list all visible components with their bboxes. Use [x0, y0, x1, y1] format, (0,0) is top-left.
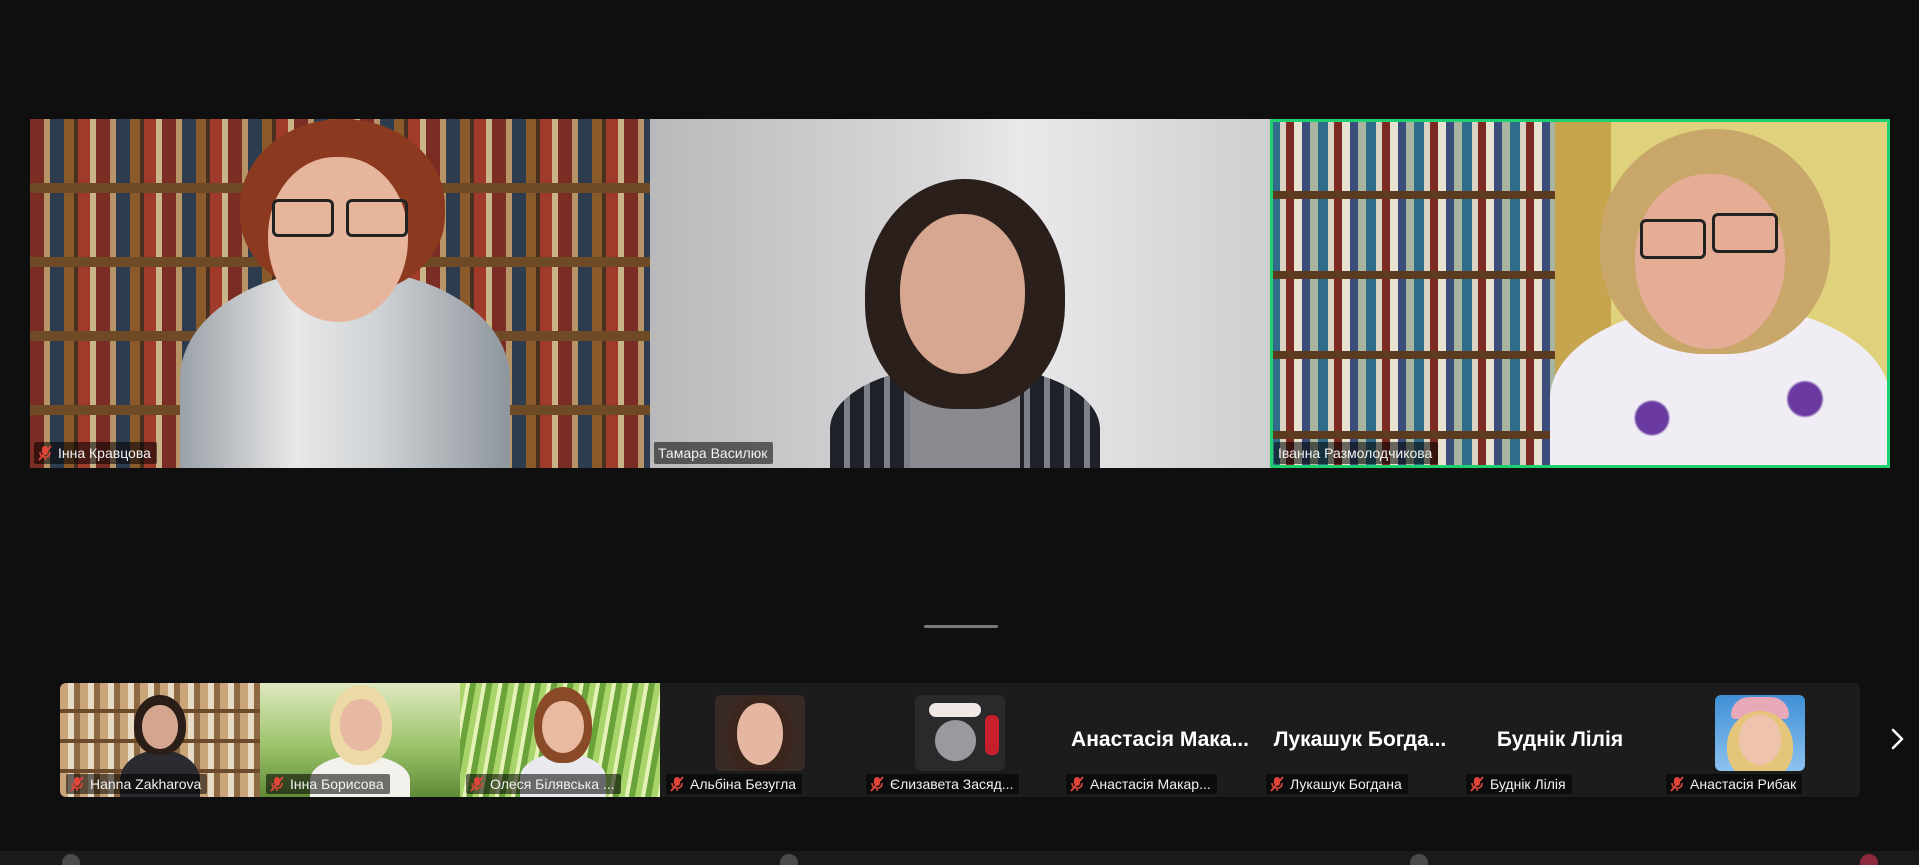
participant-gallery: Hanna Zakharova Інна Борисова Олеся Біля…: [60, 683, 1860, 797]
participant-display-name: Лукашук Богда...: [1273, 728, 1447, 751]
participant-name-tag: Альбіна Безугла: [666, 774, 803, 794]
participant-video: [160, 119, 540, 468]
video-tile-ivanna-razmolodchykova[interactable]: Іванна Размолодчикова: [1270, 119, 1890, 468]
participant-name-tag: Hanna Zakharova: [66, 774, 208, 794]
participant-name-tag: Олеся Білявська ...: [466, 774, 621, 794]
gallery-tile-yelyzaveta-zasiad[interactable]: Єлизавета Засяд...: [860, 683, 1060, 797]
gallery-tile-lukashuk-bohdana[interactable]: Лукашук Богда... Лукашук Богдана: [1260, 683, 1460, 797]
avatar: [915, 695, 1005, 771]
participant-name: Альбіна Безугла: [690, 776, 797, 792]
gallery-tile-budnik-liliia[interactable]: Буднік Лілія Буднік Лілія: [1460, 683, 1660, 797]
participant-name: Олеся Білявська ...: [490, 776, 615, 792]
toolbar-button[interactable]: [62, 854, 80, 865]
participant-name-tag: Єлизавета Засяд...: [866, 774, 1020, 794]
microphone-muted-icon: [470, 776, 484, 792]
participant-display-name: Буднік Лілія: [1496, 728, 1624, 751]
participant-name: Інна Борисова: [290, 776, 384, 792]
participant-video: [1540, 119, 1890, 468]
gallery-tile-anastasiia-makar[interactable]: Анастасія Мака... Анастасія Макар...: [1060, 683, 1260, 797]
participant-name-tag: Анастасія Макар...: [1066, 774, 1217, 794]
avatar: [715, 695, 805, 771]
avatar: [1715, 695, 1805, 771]
meeting-toolbar: [0, 851, 1919, 865]
gallery-tile-albina-bezuhla[interactable]: Альбіна Безугла: [660, 683, 860, 797]
participant-name: Анастасія Рибак: [1690, 776, 1797, 792]
microphone-muted-icon: [1670, 776, 1684, 792]
participant-name: Буднік Лілія: [1490, 776, 1566, 792]
participant-name-tag: Лукашук Богдана: [1266, 774, 1408, 794]
gallery-tile-hanna-zakharova[interactable]: Hanna Zakharova: [60, 683, 260, 797]
participant-name: Анастасія Макар...: [1090, 776, 1211, 792]
speaker-view: Інна Кравцова Тамара Василюк Іванна Разм…: [30, 119, 1891, 468]
chevron-right-icon: [1891, 728, 1904, 750]
microphone-muted-icon: [670, 776, 684, 792]
gallery-tile-anastasiia-rybak[interactable]: Анастасія Рибак: [1660, 683, 1860, 797]
video-tile-inna-kravtsova[interactable]: Інна Кравцова: [30, 119, 650, 468]
microphone-muted-icon: [870, 776, 884, 792]
participant-name-tag: Інна Кравцова: [34, 442, 157, 464]
gallery-tile-inna-borysova[interactable]: Інна Борисова: [260, 683, 460, 797]
microphone-muted-icon: [38, 445, 52, 461]
participant-name: Тамара Василюк: [658, 445, 768, 461]
next-page-button[interactable]: [1886, 728, 1908, 750]
gallery-tile-olesia-biliavska[interactable]: Олеся Білявська ...: [460, 683, 660, 797]
microphone-muted-icon: [270, 776, 284, 792]
microphone-muted-icon: [1270, 776, 1284, 792]
participant-video: [770, 119, 1150, 468]
video-tile-tamara-vasyliuk[interactable]: Тамара Василюк: [650, 119, 1270, 468]
participant-name: Лукашук Богдана: [1290, 776, 1402, 792]
participant-name: Іванна Размолодчикова: [1278, 445, 1433, 461]
participant-name-tag: Інна Борисова: [266, 774, 390, 794]
participant-name-tag: Буднік Лілія: [1466, 774, 1572, 794]
participant-name: Єлизавета Засяд...: [890, 776, 1014, 792]
microphone-muted-icon: [1070, 776, 1084, 792]
toolbar-button[interactable]: [1410, 854, 1428, 865]
resize-handle[interactable]: [924, 625, 998, 628]
microphone-muted-icon: [70, 776, 84, 792]
microphone-muted-icon: [1470, 776, 1484, 792]
participant-name-tag: Тамара Василюк: [654, 442, 774, 464]
participant-name: Інна Кравцова: [58, 445, 151, 461]
participant-name: Hanna Zakharova: [90, 776, 202, 792]
participant-name-tag: Іванна Размолодчикова: [1274, 442, 1439, 464]
participant-display-name: Анастасія Мака...: [1071, 728, 1249, 751]
video-meeting-window: Інна Кравцова Тамара Василюк Іванна Разм…: [0, 0, 1919, 865]
toolbar-button[interactable]: [780, 854, 798, 865]
toolbar-button[interactable]: [1860, 854, 1878, 865]
participant-name-tag: Анастасія Рибак: [1666, 774, 1803, 794]
